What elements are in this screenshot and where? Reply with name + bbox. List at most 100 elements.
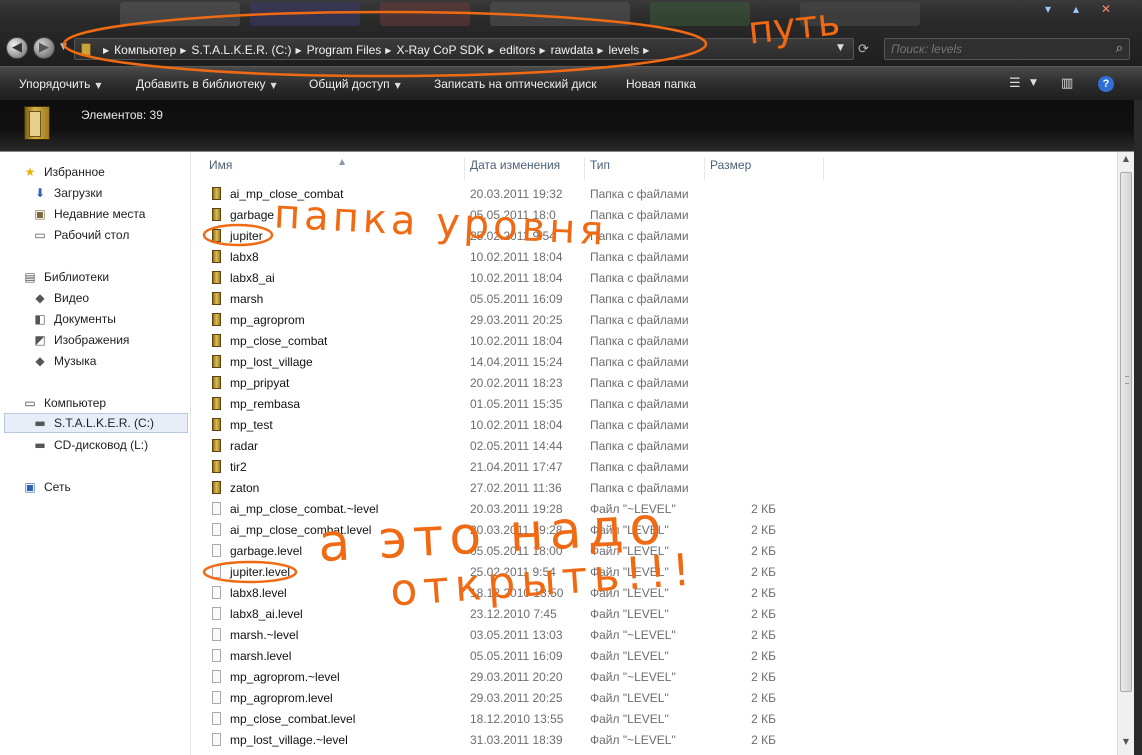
table-row[interactable]: jupiter.level 25.02.2011 9:54 Файл "LEVEL"… [191,561,1117,582]
chevron-right-icon[interactable]: ▶ [643,46,649,55]
folder-icon [212,229,221,242]
scroll-down-icon[interactable]: ▼ [1118,737,1134,753]
file-date: 29.03.2011 20:20 [470,670,563,684]
breadcrumb-item[interactable]: Program Files [307,43,382,57]
breadcrumb-item[interactable]: editors [499,43,535,57]
column-header-type[interactable]: Тип [584,158,705,180]
table-row[interactable]: ai_mp_close_combat.level 20.03.2011 19:28… [191,519,1117,540]
nav-recent[interactable]: ▣ Недавние места [32,204,145,224]
nav-network[interactable]: ▣ Сеть [22,477,70,497]
table-row[interactable]: garbage 05.05.2011 18:0 Папка с файлами [191,204,1117,225]
table-row[interactable]: marsh.~level 03.05.2011 13:03 Файл "~LEVEL… [191,624,1117,645]
folder-icon [212,187,221,200]
scrollbar-thumb[interactable] [1120,172,1132,692]
column-header-name[interactable]: ▲ Имя [203,157,465,180]
nav-drive-l[interactable]: ▬ CD-дисковод (L:) [32,435,148,455]
table-row[interactable]: mp_test 10.02.2011 18:04 Папка с файлами [191,414,1117,435]
chevron-right-icon[interactable]: ▶ [488,46,494,55]
organize-menu[interactable]: Упорядочить ▼ [19,77,102,91]
nav-music[interactable]: ◆ Музыка [32,351,96,371]
table-row[interactable]: labx8.level 18.12.2010 13:50 Файл "LEVEL" 2… [191,582,1117,603]
table-row[interactable]: labx8 10.02.2011 18:04 Папка с файлами [191,246,1117,267]
recent-pages-dropdown[interactable]: ▼ [60,42,67,52]
file-name: mp_test [230,418,273,432]
search-input[interactable] [891,41,1091,57]
folder-large-icon [24,106,50,140]
network-icon: ▣ [24,480,36,494]
library-icon: ▤ [24,270,36,284]
add-to-library-menu[interactable]: Добавить в библиотеку ▼ [136,77,277,91]
nav-images[interactable]: ◩ Изображения [32,330,129,350]
chevron-down-icon[interactable]: ▼ [1030,78,1037,88]
chevron-right-icon[interactable]: ▶ [295,46,301,55]
table-row[interactable]: tir2 21.04.2011 17:47 Папка с файлами [191,456,1117,477]
preview-pane-icon[interactable]: ▥ [1061,76,1073,91]
table-row[interactable]: radar 02.05.2011 14:44 Папка с файлами [191,435,1117,456]
forward-button[interactable]: ▶ [33,37,55,59]
table-row[interactable]: mp_pripyat 20.02.2011 18:23 Папка с файлам… [191,372,1117,393]
table-row[interactable]: mp_agroprom 29.03.2011 20:25 Папка с файла… [191,309,1117,330]
file-type: Папка с файлами [590,439,689,453]
table-row[interactable]: zaton 27.02.2011 11:36 Папка с файлами [191,477,1117,498]
nav-computer[interactable]: ▭ Компьютер [22,393,106,413]
table-row[interactable]: labx8_ai 10.02.2011 18:04 Папка с файлами [191,267,1117,288]
maximize-button[interactable]: ▴ [1073,2,1079,16]
table-row[interactable]: mp_agroprom.~level 29.03.2011 20:20 Файл "… [191,666,1117,687]
table-row[interactable]: mp_close_combat 10.02.2011 18:04 Папка с ф… [191,330,1117,351]
table-row[interactable]: marsh 05.05.2011 16:09 Папка с файлами [191,288,1117,309]
nav-favorites[interactable]: ★ Избранное [22,162,105,182]
address-bar[interactable]: ▶ Компьютер ▶ S.T.A.L.K.E.R. (C:) ▶ Prog… [74,38,854,60]
table-row[interactable]: jupiter 25.02.2011 9:54 Папка с файлами [191,225,1117,246]
nav-video[interactable]: ◆ Видео [32,288,89,308]
search-box[interactable]: ⌕ [884,38,1130,60]
chevron-right-icon[interactable]: ▶ [180,46,186,55]
breadcrumb-item[interactable]: levels [608,43,639,57]
breadcrumb-item[interactable]: X-Ray CoP SDK [396,43,484,57]
scroll-up-icon[interactable]: ▲ [1118,154,1134,170]
table-row[interactable]: mp_lost_village 14.04.2011 15:24 Папка с ф… [191,351,1117,372]
file-name: ai_mp_close_combat.~level [230,502,379,516]
table-row[interactable]: mp_close_combat.level 18.12.2010 13:55 Фай… [191,708,1117,729]
breadcrumb-item[interactable]: rawdata [551,43,594,57]
close-button[interactable]: ✕ [1101,2,1111,16]
file-icon [212,691,221,704]
chevron-right-icon[interactable]: ▶ [539,46,545,55]
burn-button[interactable]: Записать на оптический диск [434,77,597,91]
nav-documents[interactable]: ◧ Документы [32,309,116,329]
table-row[interactable]: marsh.level 05.05.2011 16:09 Файл "LEVEL" 2… [191,645,1117,666]
column-header-date[interactable]: Дата изменения [464,158,585,180]
table-row[interactable]: garbage.level 05.05.2011 18:00 Файл "LEVEL… [191,540,1117,561]
table-row[interactable]: labx8_ai.level 23.12.2010 7:45 Файл "LEVEL… [191,603,1117,624]
new-folder-button[interactable]: Новая папка [626,77,696,91]
table-row[interactable]: mp_lost_village.~level 31.03.2011 18:39 Фа… [191,729,1117,750]
table-row[interactable]: mp_agroprom.level 29.03.2011 20:25 Файл "L… [191,687,1117,708]
nav-downloads[interactable]: ⬇ Загрузки [32,183,102,203]
chevron-right-icon[interactable]: ▶ [385,46,391,55]
back-button[interactable]: ◀ [6,37,28,59]
nav-desktop[interactable]: ▭ Рабочий стол [32,225,129,245]
file-name: jupiter.level [230,565,291,579]
download-icon: ⬇ [34,186,46,200]
nav-drive-c[interactable]: ▬ S.T.A.L.K.E.R. (C:) [4,413,188,433]
file-date: 25.02.2011 9:54 [470,229,556,243]
column-header-size[interactable]: Размер [704,158,824,180]
table-row[interactable]: mp_rembasa 01.05.2011 15:35 Папка с файлам… [191,393,1117,414]
share-menu[interactable]: Общий доступ ▼ [309,77,401,91]
view-options-icon[interactable]: ☰ [1009,76,1021,91]
file-icon [212,733,221,746]
nav-libraries[interactable]: ▤ Библиотеки [22,267,109,287]
help-icon[interactable]: ? [1098,76,1114,92]
file-type: Папка с файлами [590,313,689,327]
search-icon[interactable]: ⌕ [1116,41,1123,56]
music-icon: ◆ [35,354,45,368]
breadcrumb-item[interactable]: S.T.A.L.K.E.R. (C:) [191,43,291,57]
chevron-right-icon[interactable]: ▶ [103,46,109,55]
table-row[interactable]: ai_mp_close_combat 20.03.2011 19:32 Папка … [191,183,1117,204]
breadcrumb-item[interactable]: Компьютер [114,43,176,57]
vertical-scrollbar[interactable]: ▲ ▼ [1117,152,1134,755]
minimize-button[interactable]: ▾ [1045,2,1051,16]
address-history-dropdown[interactable]: ▼ [837,43,844,53]
refresh-icon[interactable]: ⟳ [858,42,869,57]
chevron-right-icon[interactable]: ▶ [597,46,603,55]
table-row[interactable]: ai_mp_close_combat.~level 20.03.2011 19:2… [191,498,1117,519]
